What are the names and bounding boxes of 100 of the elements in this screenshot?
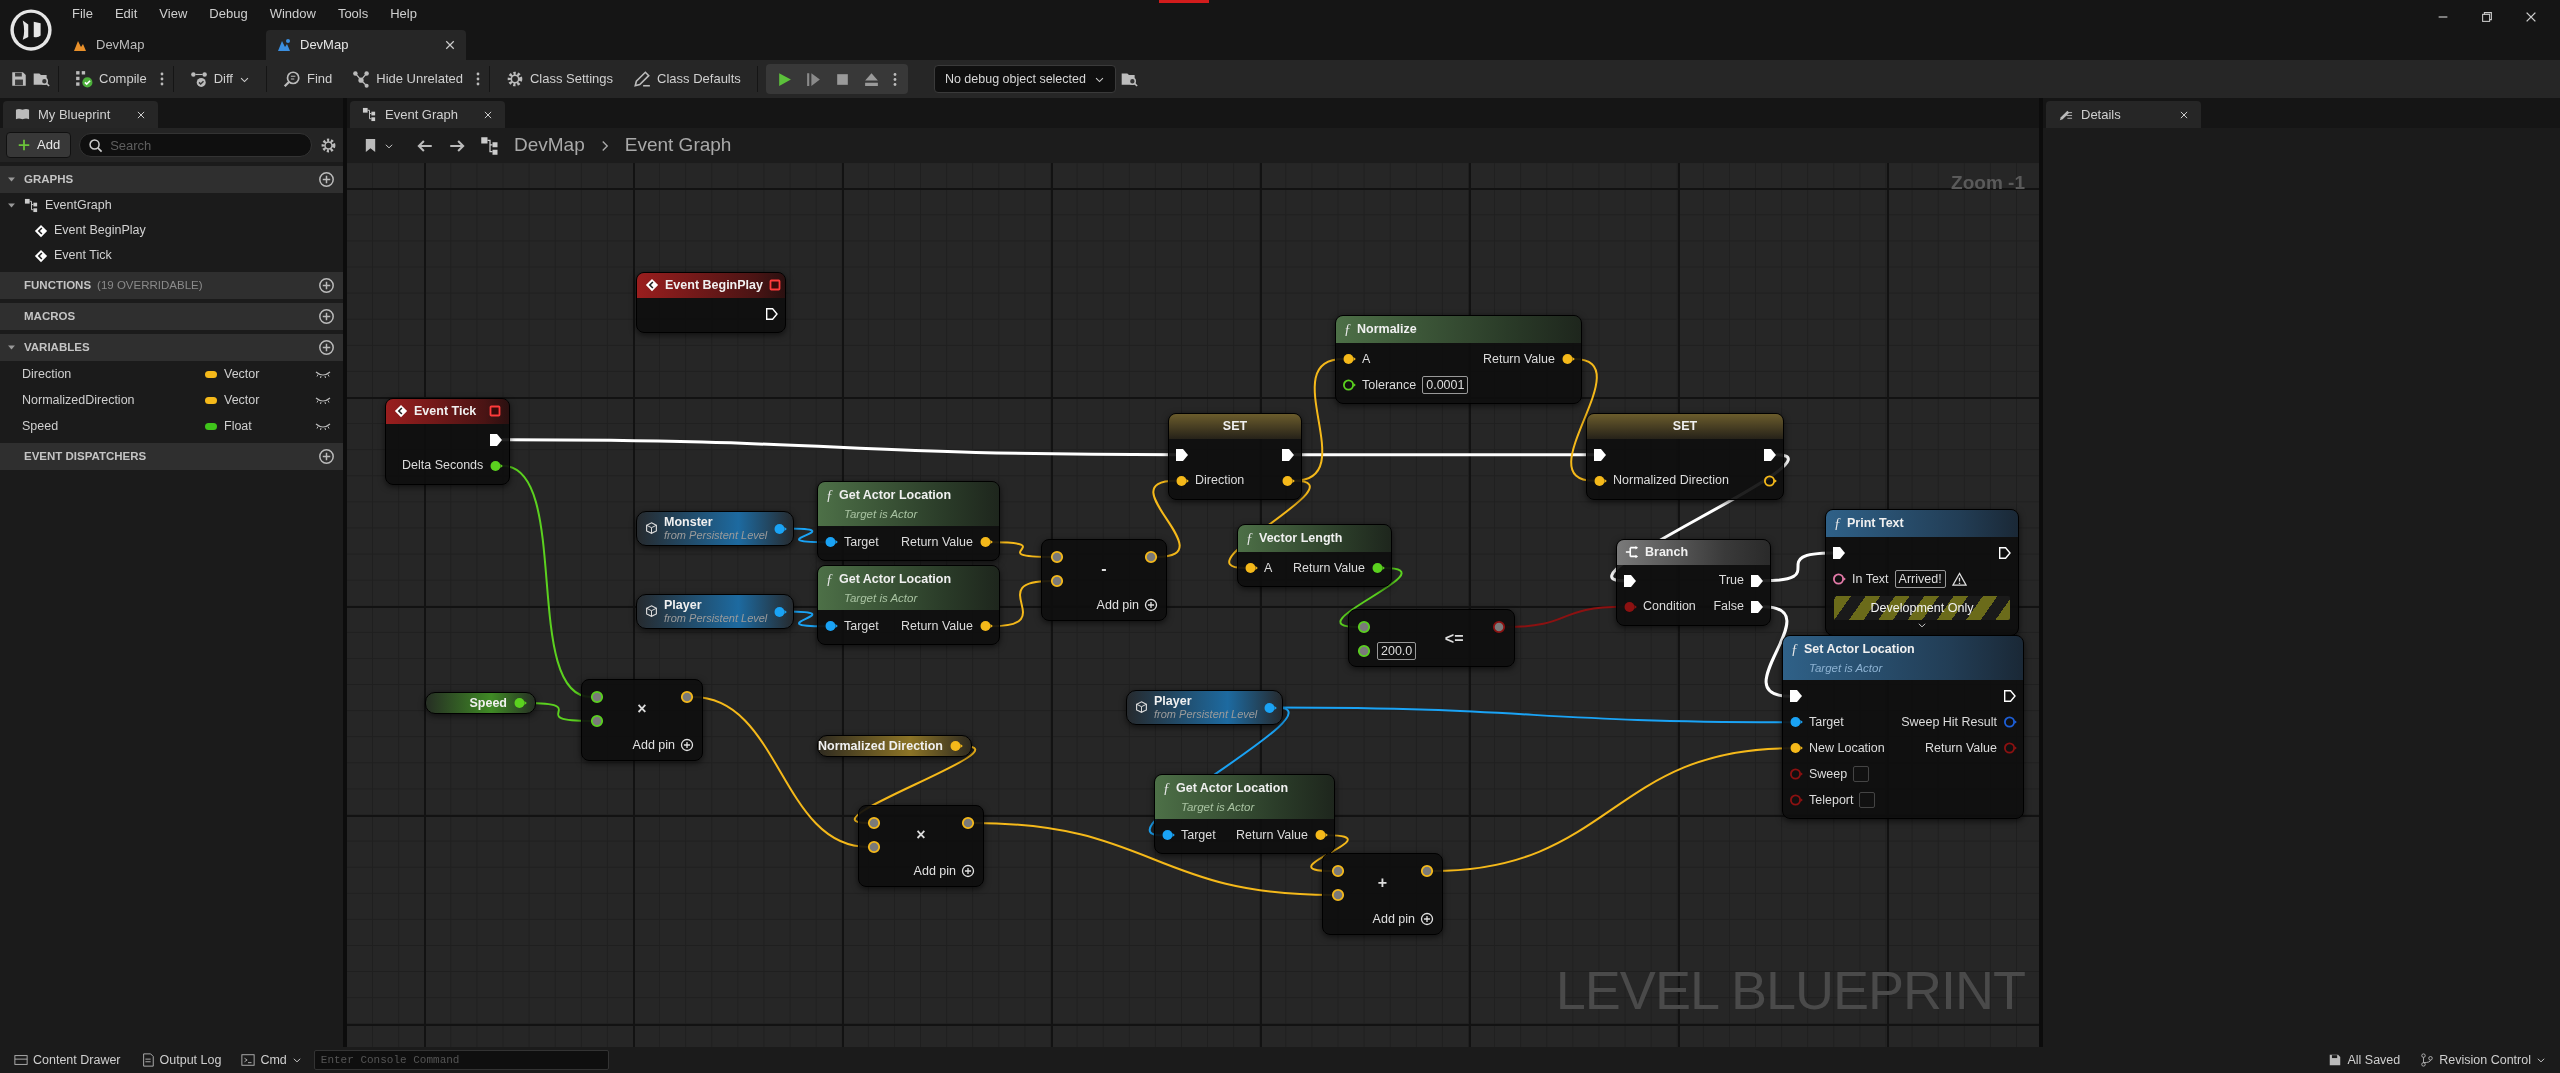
status-button[interactable]: Cmd — [233, 1048, 310, 1072]
graph-node[interactable]: ƒ Set Actor Location Target is Actor Target Sweep Hit Result New Location Return Value Sweep Teleport — [1782, 635, 2024, 820]
pin-icon[interactable] — [1357, 620, 1371, 634]
panel-tab[interactable]: Details — [2046, 101, 2201, 128]
variable-name[interactable]: Direction — [22, 364, 205, 384]
pin-icon[interactable] — [1342, 352, 1356, 366]
more-icon[interactable] — [158, 70, 165, 88]
graph-node[interactable]: 200.0 <= — [1348, 609, 1515, 667]
console-input[interactable]: Enter Console Command — [313, 1050, 609, 1070]
tree-item[interactable]: EventGraph — [45, 196, 112, 215]
debug-browse-icon[interactable] — [1119, 70, 1138, 88]
pin-icon[interactable] — [1492, 620, 1506, 634]
pin-icon[interactable] — [949, 739, 963, 753]
pin-icon[interactable] — [1175, 473, 1189, 488]
add-pin-button[interactable]: Add pin — [1096, 596, 1158, 615]
eject-icon[interactable] — [862, 70, 880, 88]
section-header[interactable]: GRAPHS — [0, 166, 343, 193]
expand-arrow-icon[interactable] — [6, 342, 17, 353]
debug-object-dropdown[interactable]: No debug object selected — [933, 65, 1116, 93]
variable-name[interactable]: Speed — [22, 416, 205, 436]
add-icon[interactable] — [318, 277, 335, 294]
status-button[interactable]: Revision Control — [2412, 1048, 2554, 1072]
status-button[interactable]: Output Log — [132, 1048, 230, 1072]
exec-pin-icon[interactable] — [1175, 447, 1189, 462]
graph-node[interactable]: ƒ Normalize A Return Value Tolerance 0.0001 — [1335, 315, 1582, 404]
tree-item[interactable]: Event Tick — [54, 246, 112, 265]
graph-node[interactable]: ƒ Print Text In Text Arrived! Development Only — [1825, 509, 2019, 636]
search-field[interactable]: Search — [79, 133, 312, 157]
graph-node[interactable]: × Add pin — [581, 679, 703, 761]
exec-pin-icon[interactable] — [489, 432, 503, 447]
checkbox[interactable] — [1853, 766, 1870, 783]
pin-icon[interactable] — [824, 535, 838, 550]
checkbox[interactable] — [1859, 792, 1876, 809]
folder-search-icon[interactable] — [32, 70, 50, 88]
graph-node[interactable]: SET Normalized Direction — [1586, 413, 1784, 500]
engine-logo[interactable] — [9, 8, 53, 52]
panel-tab[interactable]: Event Graph — [350, 101, 505, 128]
toolbar-button[interactable]: Hide Unrelated — [344, 64, 471, 94]
graph-node[interactable]: ƒ Vector Length A Return Value — [1237, 524, 1392, 587]
variable-node[interactable]: Normalized Direction — [817, 735, 972, 757]
pin-icon[interactable] — [867, 840, 881, 854]
pin-icon[interactable] — [961, 816, 975, 830]
pin-icon[interactable] — [1161, 828, 1175, 843]
menu-item[interactable]: Edit — [104, 4, 148, 24]
exec-pin-icon[interactable] — [1750, 573, 1764, 588]
toolbar-button[interactable]: Class Defaults — [625, 64, 749, 94]
exec-pin-icon[interactable] — [1281, 447, 1295, 462]
add-pin-button[interactable]: Add pin — [1372, 910, 1434, 929]
delegate-pin-icon[interactable] — [489, 405, 501, 418]
add-icon[interactable] — [318, 171, 335, 188]
more-icon[interactable] — [474, 70, 481, 88]
exec-pin-icon[interactable] — [765, 306, 779, 321]
add-button[interactable]: Add — [6, 132, 72, 158]
menu-item[interactable]: View — [149, 4, 198, 24]
graph-node[interactable]: × Add pin — [858, 805, 984, 887]
graph-node[interactable]: ƒ Get Actor Location Target is Actor Target Return Value — [817, 481, 1000, 562]
menu-item[interactable]: Help — [380, 4, 427, 24]
pin-icon[interactable] — [1342, 378, 1356, 392]
breadcrumb-link[interactable]: Event Graph — [624, 131, 732, 160]
pin-icon[interactable] — [1357, 644, 1371, 658]
exec-pin-icon[interactable] — [2003, 689, 2017, 704]
add-icon[interactable] — [318, 308, 335, 325]
section-header[interactable]: EVENT DISPATCHERS — [0, 443, 343, 470]
expand-arrow-icon[interactable] — [6, 200, 17, 211]
add-icon[interactable] — [318, 448, 335, 465]
close-icon[interactable] — [136, 109, 146, 120]
value-field[interactable]: 0.0001 — [1422, 376, 1469, 394]
section-header[interactable]: VARIABLES — [0, 334, 343, 361]
pin-icon[interactable] — [590, 714, 604, 728]
pin-icon[interactable] — [773, 604, 788, 619]
pin-icon[interactable] — [979, 619, 993, 634]
toolbar-button[interactable]: Class Settings — [497, 64, 622, 94]
restore-icon[interactable] — [2480, 10, 2494, 24]
pin-icon[interactable] — [1420, 864, 1434, 878]
menu-item[interactable]: File — [62, 4, 103, 24]
tree-item[interactable]: Event BeginPlay — [54, 221, 146, 240]
more-icon[interactable] — [891, 70, 898, 88]
exec-pin-icon[interactable] — [1763, 447, 1777, 462]
pin-icon[interactable] — [513, 696, 527, 710]
exec-pin-icon[interactable] — [1750, 599, 1764, 614]
pin-icon[interactable] — [1789, 741, 1803, 756]
variable-node[interactable]: Player from Persistent Level — [636, 594, 794, 629]
graph-node[interactable]: Branch True Condition False — [1616, 539, 1771, 626]
pin-icon[interactable] — [979, 535, 993, 550]
section-header[interactable]: MACROS — [0, 303, 343, 330]
breadcrumb-link[interactable]: DevMap — [514, 131, 585, 160]
variable-type[interactable]: Vector — [224, 364, 260, 384]
pin-icon[interactable] — [1050, 550, 1064, 564]
delegate-pin-icon[interactable] — [768, 279, 781, 292]
pin-icon[interactable] — [1331, 864, 1345, 878]
value-field[interactable]: 200.0 — [1377, 642, 1417, 660]
exec-pin-icon[interactable] — [1832, 546, 1846, 560]
graph-node[interactable]: Event Tick Delta Seconds — [385, 398, 510, 485]
pin-icon[interactable] — [1832, 572, 1846, 586]
graph-node[interactable]: ƒ Get Actor Location Target is Actor Target Return Value — [817, 565, 1000, 646]
close-icon[interactable] — [2524, 10, 2538, 24]
pin-icon[interactable] — [1050, 574, 1064, 588]
add-pin-button[interactable]: Add pin — [632, 736, 694, 755]
exec-pin-icon[interactable] — [1623, 573, 1637, 588]
exec-pin-icon[interactable] — [1998, 546, 2012, 560]
